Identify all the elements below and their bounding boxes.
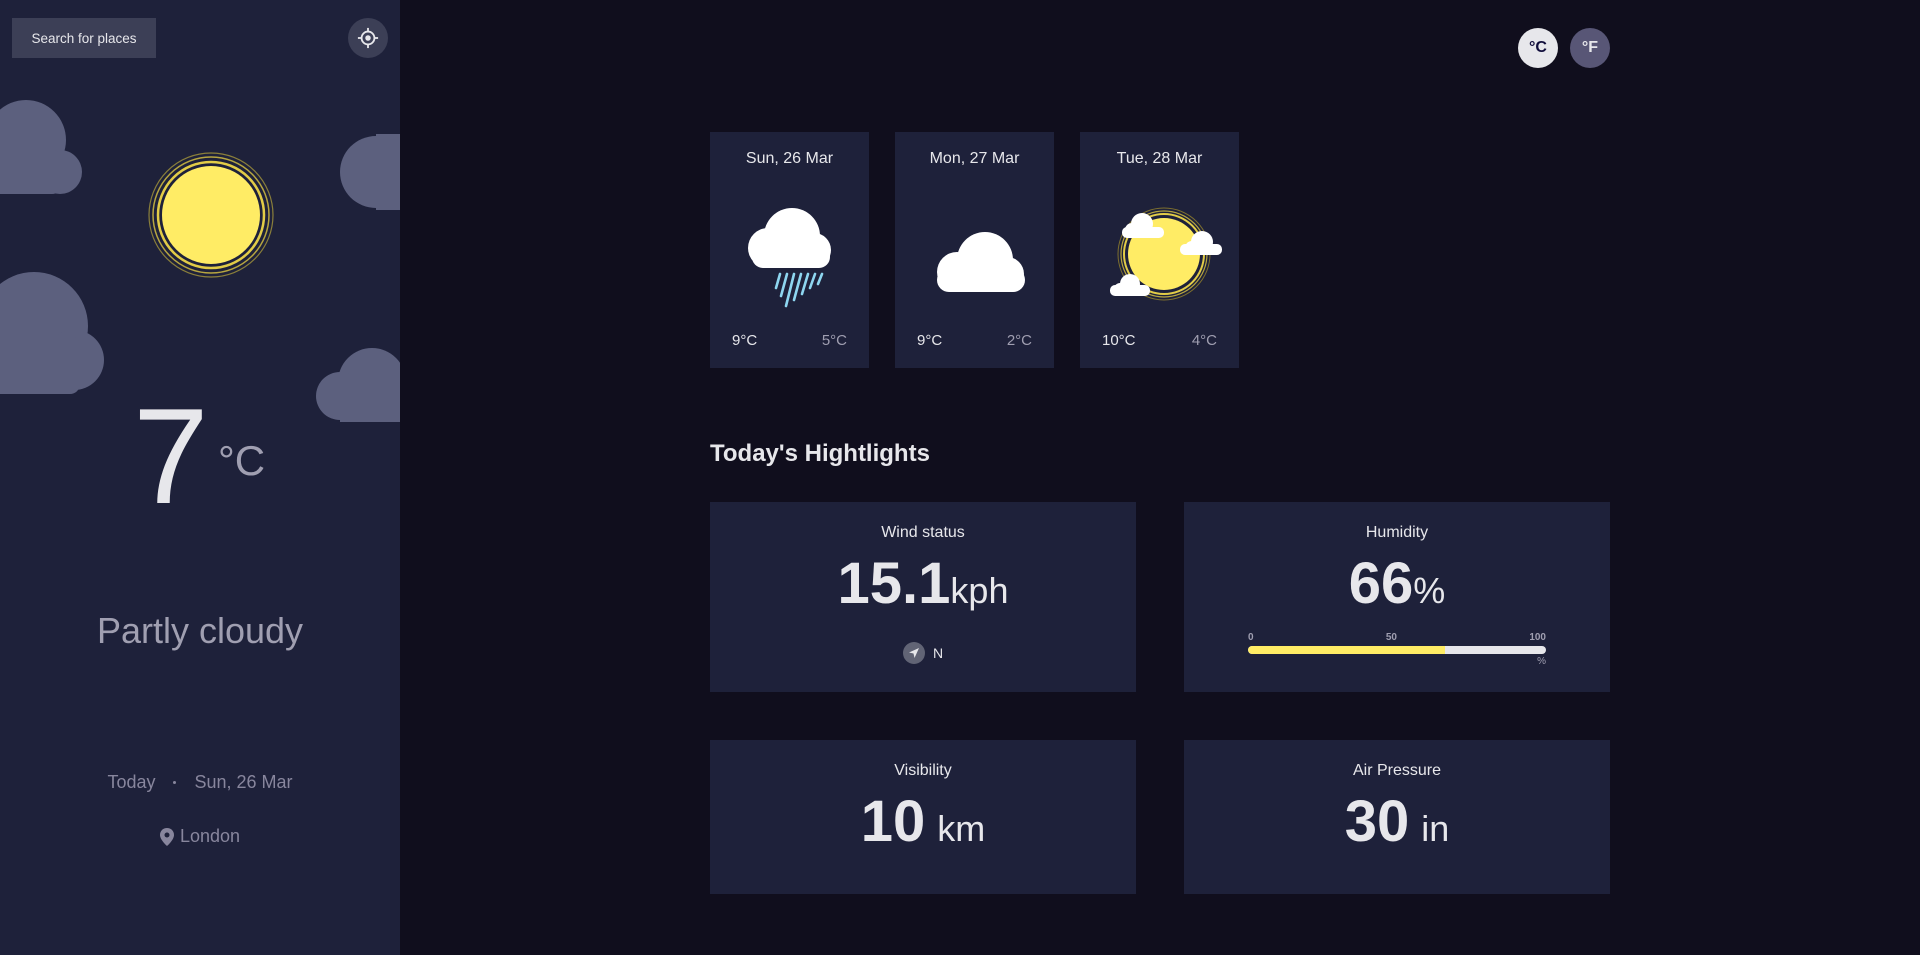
forecast-max-temp: 9°C <box>917 332 943 349</box>
card-title: Air Pressure <box>1352 762 1442 779</box>
forecast-card: Mon, 27 Mar 9°C 2°C <box>895 132 1054 368</box>
location-pin-icon <box>159 827 174 846</box>
forecast-date: Tue, 28 Mar <box>1116 150 1203 167</box>
humidity-scale-unit: % <box>1537 656 1546 667</box>
weather-condition: Partly cloudy <box>96 610 304 651</box>
separator-dot <box>173 781 177 784</box>
wind-value-row: 15.1 kph <box>710 550 1136 617</box>
today-label: Today <box>107 772 156 792</box>
gps-locate-icon <box>357 27 379 49</box>
cloud-icon <box>937 232 1025 292</box>
scale-label: 50 <box>1385 632 1397 643</box>
pressure-unit: in <box>1421 808 1450 849</box>
visibility-card: Visibility 10 km <box>710 740 1136 894</box>
visibility-value: 10 <box>860 789 926 854</box>
wind-status-card: Wind status 15.1 kph N <box>710 502 1136 692</box>
forecast-date: Mon, 27 Mar <box>929 150 1020 167</box>
navigation-arrow-icon <box>902 642 925 664</box>
current-location-button[interactable] <box>348 18 388 58</box>
forecast-date: Sun, 26 Mar <box>745 150 834 167</box>
forecast-card: Sun, 26 Mar 9°C 5°C <box>710 132 869 368</box>
sun-icon <box>148 152 274 278</box>
forecast-min-temp: 4°C <box>1191 332 1217 349</box>
background-cloud-icon <box>0 272 104 394</box>
forecast-card: Tue, 28 Mar 10°C 4°C <box>1080 132 1239 368</box>
wind-direction: N <box>710 642 1136 664</box>
date-row: Today Sun, 26 Mar <box>0 772 400 793</box>
humidity-card: Humidity 66 % 0 50 100 % <box>1184 502 1610 692</box>
sun-cloud-icon <box>1110 207 1222 301</box>
forecast-max-temp: 10°C <box>1102 332 1136 349</box>
humidity-progress: 0 50 100 % <box>1248 632 1546 667</box>
forecast-min-temp: 5°C <box>821 332 847 349</box>
wind-direction-label: N <box>932 645 944 661</box>
card-title: Wind status <box>881 524 965 541</box>
celsius-toggle[interactable]: °C <box>1518 28 1558 68</box>
humidity-value: 66 <box>1348 551 1414 616</box>
scale-label: 0 <box>1248 632 1254 643</box>
forecast-min-temp: 2°C <box>1006 332 1032 349</box>
pressure-value: 30 <box>1344 789 1410 854</box>
temperature-value: 7 <box>133 380 209 532</box>
humidity-scale: 0 50 100 <box>1248 632 1546 643</box>
air-pressure-card: Air Pressure 30 in <box>1184 740 1610 894</box>
scale-label: 100 <box>1529 632 1546 643</box>
forecast-max-temp: 9°C <box>732 332 758 349</box>
visibility-value-row: 10 km <box>710 788 1136 855</box>
card-title: Visibility <box>894 762 952 779</box>
visibility-unit: km <box>937 808 986 849</box>
rain-cloud-icon <box>748 208 831 308</box>
highlights-title: Today's Hightlights <box>710 440 930 467</box>
sidebar: Search for places 7 °C Partly cloudy Tod… <box>0 0 400 955</box>
wind-speed-value: 15.1 <box>837 551 951 616</box>
temperature-unit: °C <box>218 437 266 484</box>
humidity-bar-fill <box>1248 646 1445 654</box>
humidity-bar-track <box>1248 646 1546 654</box>
fahrenheit-toggle[interactable]: °F <box>1570 28 1610 68</box>
card-title: Humidity <box>1365 524 1429 541</box>
humidity-value-row: 66 % <box>1184 550 1610 617</box>
wind-speed-unit: kph <box>950 570 1009 611</box>
current-temperature: 7 °C <box>0 388 400 528</box>
search-places-button[interactable]: Search for places <box>12 18 156 58</box>
background-cloud-icon <box>0 100 82 194</box>
pressure-value-row: 30 in <box>1184 788 1610 855</box>
background-cloud-icon <box>340 134 400 210</box>
current-date: Sun, 26 Mar <box>194 772 293 792</box>
humidity-unit: % <box>1413 570 1446 611</box>
location: London <box>0 826 400 847</box>
location-name: London <box>179 826 241 846</box>
